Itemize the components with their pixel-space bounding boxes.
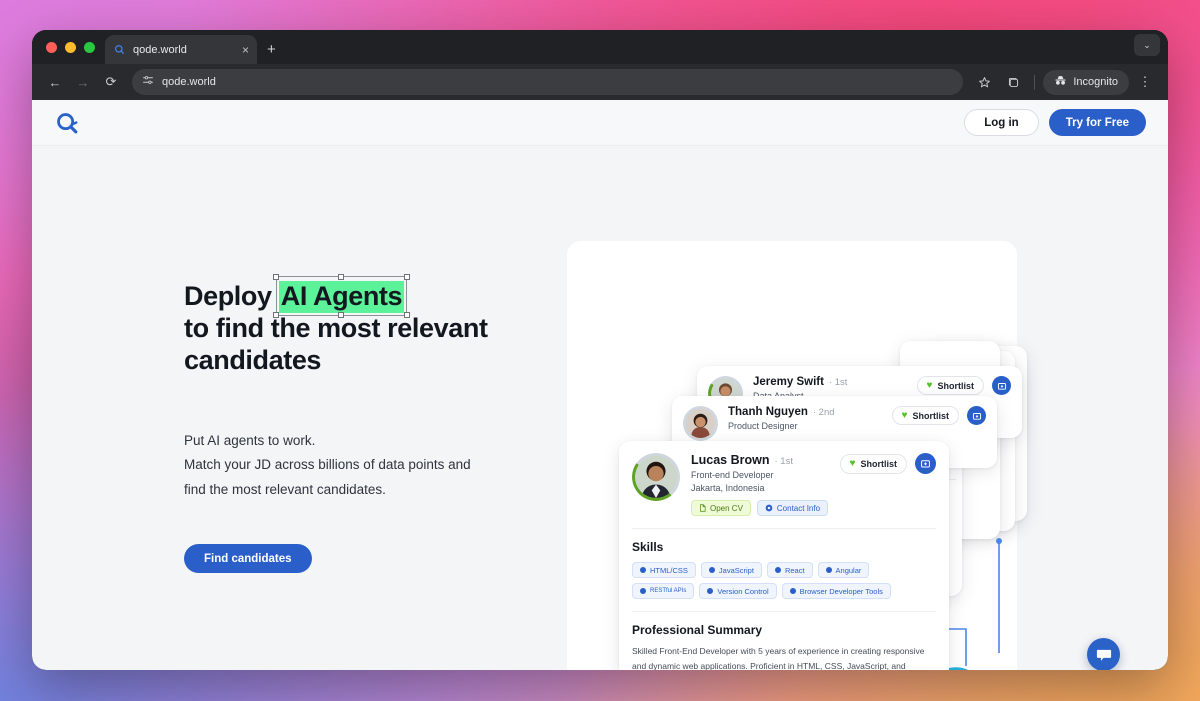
skill-tag[interactable]: Angular [817, 562, 870, 578]
tab-group-icon[interactable] [1000, 69, 1026, 95]
toolbar-divider [1034, 74, 1036, 90]
contact-info-button[interactable]: Contact Info [756, 500, 829, 516]
maximize-window-button[interactable] [84, 41, 95, 53]
candidate-name: Lucas Brown [691, 453, 770, 467]
selection-handle-top-middle[interactable] [337, 273, 344, 280]
hero-section: Deploy AI Agents to find the most releva… [32, 146, 1168, 670]
shortlist-button[interactable]: ♥ Shortlist [839, 453, 907, 474]
reload-icon[interactable]: ⟳ [98, 69, 124, 95]
skills-list: HTML/CSS JavaScript React Angular RESTfu… [632, 562, 936, 599]
card-divider-1 [632, 528, 936, 529]
web-page: Log in Try for Free Deploy AI Agents to … [32, 100, 1168, 670]
window-traffic-lights [44, 30, 105, 64]
subcopy-line-2: Match your JD across billions of data po… [184, 457, 471, 473]
qode-logo-icon[interactable] [54, 109, 82, 137]
check-circle-icon [825, 567, 832, 573]
skill-tag[interactable]: HTML/CSS [632, 562, 696, 578]
skill-label: RESTful APIs [650, 588, 687, 594]
selection-handle-top-right[interactable] [403, 273, 410, 280]
browser-tab-strip: qode.world × + ⌄ [32, 30, 1168, 64]
hero-illustration: lining ata i ets i... e in and dept... [567, 241, 1027, 670]
page-title: Deploy AI Agents to find the most releva… [184, 273, 584, 377]
close-window-button[interactable] [46, 41, 57, 53]
open-cv-label: Open CV [710, 503, 743, 513]
incognito-hat-icon [1054, 75, 1067, 89]
bookmark-star-icon[interactable] [971, 69, 997, 95]
site-header: Log in Try for Free [32, 100, 1168, 146]
skill-label: Angular [835, 565, 862, 575]
document-icon [700, 504, 706, 512]
candidate-role: Front-end Developer [691, 470, 774, 480]
tab-close-icon[interactable]: × [242, 44, 249, 56]
headline-line1-prefix: Deploy [184, 281, 279, 311]
hero-copy: Deploy AI Agents to find the most releva… [184, 273, 584, 574]
check-circle-icon [789, 588, 796, 594]
forward-icon: → [76, 74, 90, 90]
address-bar-text: qode.world [162, 76, 216, 88]
contact-info-label: Contact Info [776, 503, 821, 513]
avatar: OPEN TO WORK [632, 453, 680, 501]
shortlist-label: Shortlist [860, 458, 897, 469]
heart-icon: ♥ [849, 457, 856, 469]
browser-toolbar: ← → ⟳ qode.world Incognito ⋮ [32, 64, 1168, 100]
site-settings-tune-icon[interactable] [142, 73, 154, 91]
try-for-free-button[interactable]: Try for Free [1048, 109, 1146, 136]
tab-title: qode.world [133, 43, 187, 56]
header-actions: Log in Try for Free [964, 109, 1146, 136]
find-candidates-button[interactable]: Find candidates [184, 544, 312, 574]
browser-tab[interactable]: qode.world × [105, 35, 257, 64]
summary-text: Skilled Front-End Developer with 5 years… [632, 646, 925, 670]
skill-label: HTML/CSS [650, 565, 688, 575]
browser-window: qode.world × + ⌄ ← → ⟳ qode.world Incogn… [32, 30, 1168, 670]
selected-text-region[interactable]: AI Agents [273, 273, 410, 319]
candidate-location: Jakarta, Indonesia [691, 483, 765, 493]
headline-highlight: AI Agents [278, 281, 405, 313]
minimize-window-button[interactable] [65, 41, 76, 53]
headline-line3: candidates [184, 344, 322, 375]
check-circle-icon [774, 567, 781, 573]
login-button[interactable]: Log in [964, 109, 1039, 136]
skill-label: JavaScript [718, 565, 754, 575]
skill-label: Version Control [717, 586, 769, 596]
tab-favicon-search-icon [113, 43, 126, 56]
toolbar-actions: Incognito ⋮ [971, 69, 1158, 95]
incognito-label: Incognito [1073, 76, 1118, 88]
check-circle-icon [640, 567, 646, 573]
back-icon[interactable]: ← [42, 69, 68, 95]
summary-heading: Professional Summary [632, 623, 763, 637]
skill-label: React [784, 565, 805, 575]
skill-tag[interactable]: React [766, 562, 813, 578]
check-circle-icon [640, 588, 646, 594]
check-circle-icon [708, 567, 715, 573]
skill-tag[interactable]: Browser Developer Tools [781, 583, 891, 599]
skill-tag[interactable]: RESTful APIs [632, 583, 695, 599]
new-tab-icon[interactable]: + [267, 41, 276, 58]
skill-tag[interactable]: Version Control [699, 583, 777, 599]
eye-icon [765, 504, 773, 512]
address-bar[interactable]: qode.world [132, 69, 964, 95]
skill-tag[interactable]: JavaScript [700, 562, 762, 578]
save-folder-icon[interactable] [915, 453, 936, 474]
skill-label: Browser Developer Tools [799, 586, 883, 596]
card-divider-2 [632, 611, 936, 612]
skills-heading: Skills [632, 540, 664, 554]
check-circle-icon [707, 588, 714, 594]
candidate-action-chips: Open CV Contact Info [691, 500, 840, 516]
connection-degree: · 1st [774, 456, 793, 467]
headline-line2: to find the most relevant [184, 312, 488, 343]
candidate-card-lucas[interactable]: OPEN TO WORK Lucas Brown · 1st Front-end… [619, 441, 949, 670]
chevron-down-icon[interactable]: ⌄ [1134, 34, 1160, 56]
avatar-photo [635, 456, 677, 498]
hero-subcopy: Put AI agents to work. Match your JD acr… [184, 429, 584, 503]
subcopy-line-1: Put AI agents to work. [184, 432, 316, 448]
browser-menu-icon[interactable]: ⋮ [1132, 69, 1158, 95]
chat-bubble-icon[interactable] [1087, 638, 1120, 670]
candidate-cards-stack: lining ata i ets i... e in and dept... [567, 241, 1027, 670]
open-cv-button[interactable]: Open CV [691, 500, 751, 516]
selection-handle-top-left[interactable] [273, 273, 280, 280]
incognito-indicator[interactable]: Incognito [1043, 69, 1129, 95]
subcopy-line-3: find the most relevant candidates. [184, 481, 386, 497]
